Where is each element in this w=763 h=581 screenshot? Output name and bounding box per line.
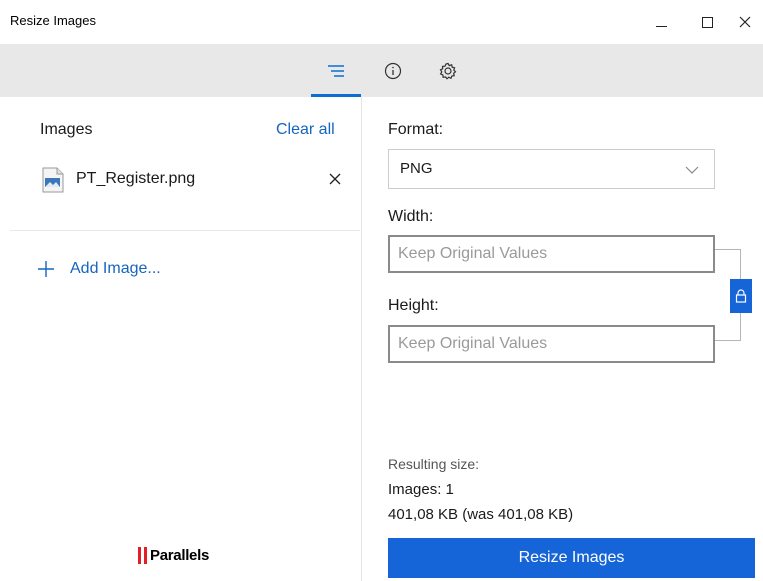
- format-select[interactable]: PNG: [388, 149, 715, 189]
- close-icon: [739, 16, 751, 28]
- parallels-bars-icon: [138, 546, 147, 564]
- width-input[interactable]: [388, 235, 715, 273]
- title-bar: Resize Images: [0, 0, 763, 44]
- format-value: PNG: [400, 160, 433, 177]
- toolbar: [0, 44, 763, 97]
- minimize-icon: [655, 25, 667, 27]
- resulting-size-value: 401,08 KB (was 401,08 KB): [388, 506, 574, 523]
- list-icon: [328, 64, 344, 77]
- info-icon: [384, 62, 402, 79]
- width-label: Width:: [388, 208, 434, 225]
- height-label: Height:: [388, 297, 439, 314]
- tab-info[interactable]: [368, 44, 418, 97]
- remove-file-button[interactable]: [324, 168, 346, 190]
- images-heading: Images: [40, 121, 93, 138]
- minimize-button[interactable]: [638, 0, 684, 44]
- tab-settings[interactable]: [423, 44, 473, 97]
- aspect-link-line: [715, 312, 741, 341]
- divider: [10, 230, 360, 231]
- aspect-lock-toggle[interactable]: [730, 279, 752, 313]
- file-name: PT_Register.png: [76, 170, 196, 187]
- resize-images-button[interactable]: Resize Images: [388, 538, 755, 578]
- images-count: Images: 1: [388, 481, 454, 498]
- maximize-icon: [701, 16, 713, 28]
- list-item[interactable]: PT_Register.png: [40, 163, 360, 199]
- lock-icon: [735, 289, 747, 303]
- height-input[interactable]: [388, 325, 715, 363]
- image-file-icon: [42, 167, 64, 193]
- close-icon: [329, 173, 341, 185]
- add-image-button[interactable]: Add Image...: [36, 255, 161, 283]
- tab-images[interactable]: [311, 44, 361, 97]
- close-button[interactable]: [722, 0, 763, 44]
- format-label: Format:: [388, 121, 444, 138]
- clear-all-link[interactable]: Clear all: [276, 121, 335, 139]
- resulting-size-label: Resulting size:: [388, 456, 480, 472]
- images-pane: Images Clear all PT_Register.png Add Ima…: [0, 97, 362, 581]
- plus-icon: [38, 261, 54, 277]
- brand-name: Parallels: [150, 546, 210, 564]
- aspect-link-line: [715, 249, 741, 279]
- gear-icon: [439, 62, 457, 80]
- window-title: Resize Images: [10, 13, 96, 28]
- add-image-label: Add Image...: [70, 260, 161, 277]
- parallels-logo: Parallels: [138, 544, 209, 566]
- chevron-down-icon: [685, 166, 699, 174]
